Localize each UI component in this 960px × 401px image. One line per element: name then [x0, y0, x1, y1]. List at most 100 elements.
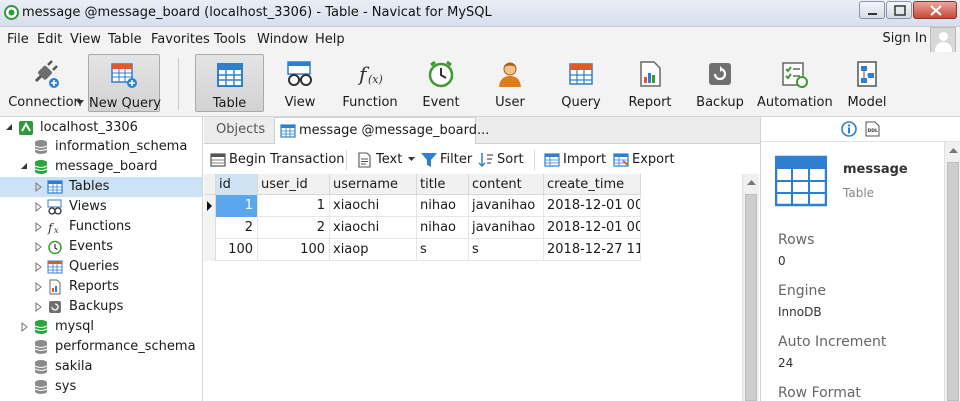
tree-reports[interactable]: Reports: [0, 277, 202, 297]
cell-title[interactable]: nihao: [417, 195, 469, 217]
navicat-app-icon: [4, 5, 19, 20]
report-icon: [640, 61, 661, 87]
menu-help[interactable]: Help: [315, 32, 345, 47]
tab-objects[interactable]: Objects: [204, 117, 272, 144]
avatar[interactable]: [930, 27, 956, 53]
cell-username[interactable]: xiaop: [330, 239, 417, 261]
view-toolbar-button[interactable]: View: [270, 54, 330, 112]
menu-table[interactable]: Table: [108, 32, 142, 47]
menu-view[interactable]: View: [70, 32, 101, 47]
column-header-content[interactable]: content: [469, 174, 544, 195]
minimize-button[interactable]: [859, 1, 885, 19]
tree-views[interactable]: Views: [0, 197, 202, 217]
svg-text:(x): (x): [368, 73, 383, 86]
row-indicator[interactable]: [204, 239, 216, 261]
collapsed-arrow-icon: [35, 241, 42, 253]
new-query-button[interactable]: New Query: [88, 54, 161, 112]
ddl-icon[interactable]: DDL: [865, 121, 880, 137]
menu-bar: File Edit View Table Favorites Tools Win…: [0, 27, 960, 52]
cell-create-time[interactable]: 2018-12-01 00:0: [544, 195, 641, 217]
automation-toolbar-button[interactable]: Automation: [757, 54, 833, 112]
menu-tools[interactable]: Tools: [214, 32, 246, 47]
table-row[interactable]: 2 2 xiaochi nihao javanihao 2018-12-01 0…: [204, 217, 641, 239]
text-dropdown-button[interactable]: Text: [356, 150, 418, 170]
cell-create-time[interactable]: 2018-12-27 11:0: [544, 239, 641, 261]
cell-user-id[interactable]: 100: [258, 239, 330, 261]
toolbar-divider: [346, 150, 347, 170]
tree-db-information-schema[interactable]: information_schema: [0, 137, 202, 157]
grid-vertical-scrollbar[interactable]: [742, 174, 759, 401]
tab-message-table[interactable]: message @message_board...: [274, 117, 489, 144]
tree-label: sys: [55, 379, 77, 394]
filter-button[interactable]: Filter: [420, 150, 472, 170]
tree-events[interactable]: Events: [0, 237, 202, 257]
table-toolbar: Begin Transaction Text Filter Sort Impor…: [204, 144, 744, 174]
table-row[interactable]: 1 1 xiaochi nihao javanihao 2018-12-01 0…: [204, 195, 641, 217]
tree-queries[interactable]: Queries: [0, 257, 202, 277]
scroll-thumb[interactable]: [947, 162, 959, 401]
backup-toolbar-button[interactable]: Backup: [690, 54, 750, 112]
cell-user-id[interactable]: 2: [258, 217, 330, 239]
query-toolbar-button[interactable]: Query: [551, 54, 611, 112]
tree-functions[interactable]: f x Functions: [0, 217, 202, 237]
cell-content[interactable]: javanihao: [469, 217, 544, 239]
cell-username[interactable]: xiaochi: [330, 217, 417, 239]
table-toolbar-button[interactable]: Table: [195, 54, 264, 112]
column-header-title[interactable]: title: [417, 174, 469, 195]
event-toolbar-button[interactable]: Event: [410, 54, 472, 112]
tree-label: Functions: [69, 219, 132, 234]
scroll-up-arrow-icon[interactable]: [743, 174, 760, 191]
info-panel-scrollbar[interactable]: [944, 142, 960, 401]
tree-db-sakila[interactable]: sakila: [0, 357, 202, 377]
row-indicator[interactable]: [204, 195, 216, 217]
row-indicator[interactable]: [204, 217, 216, 239]
maximize-button[interactable]: [886, 1, 912, 19]
cell-content[interactable]: javanihao: [469, 195, 544, 217]
export-button[interactable]: Export: [612, 150, 678, 170]
menu-favorites[interactable]: Favorites: [151, 32, 210, 47]
scroll-thumb[interactable]: [745, 194, 757, 401]
connection-button[interactable]: Connection: [6, 54, 84, 112]
report-toolbar-button[interactable]: Report: [621, 54, 679, 112]
model-label: Model: [847, 95, 887, 110]
close-button[interactable]: [913, 1, 957, 19]
cell-id[interactable]: 2: [216, 217, 258, 239]
cell-content[interactable]: s: [469, 239, 544, 261]
table-row[interactable]: 100 100 xiaop s s 2018-12-27 11:0: [204, 239, 641, 261]
cell-title[interactable]: s: [417, 239, 469, 261]
cell-user-id[interactable]: 1: [258, 195, 330, 217]
column-header-username[interactable]: username: [330, 174, 417, 195]
view-label: View: [284, 95, 316, 110]
table-icon: [47, 180, 63, 194]
menu-file[interactable]: File: [7, 32, 29, 47]
user-toolbar-button[interactable]: User: [481, 54, 539, 112]
row-format-label: Row Format: [778, 385, 861, 401]
tree-db-message-board[interactable]: message_board: [0, 157, 202, 177]
cell-username[interactable]: xiaochi: [330, 195, 417, 217]
scroll-up-arrow-icon[interactable]: [945, 142, 960, 159]
cell-create-time[interactable]: 2018-12-01 00:0: [544, 217, 641, 239]
column-header-id[interactable]: id: [216, 174, 258, 195]
sign-in-link[interactable]: Sign In: [882, 31, 927, 46]
tree-db-sys[interactable]: sys: [0, 377, 202, 397]
sort-button[interactable]: Sort: [477, 150, 527, 170]
menu-window[interactable]: Window: [257, 32, 308, 47]
cell-title[interactable]: nihao: [417, 217, 469, 239]
column-header-user-id[interactable]: user_id: [258, 174, 330, 195]
tree-connection-localhost[interactable]: localhost_3306: [0, 118, 202, 138]
function-toolbar-button[interactable]: f (x) Function: [338, 54, 402, 112]
cell-id[interactable]: 1: [216, 195, 258, 217]
tree-backups[interactable]: Backups: [0, 297, 202, 317]
table-large-icon: [775, 155, 827, 207]
import-button[interactable]: Import: [543, 150, 607, 170]
tree-db-performance-schema[interactable]: performance_schema: [0, 337, 202, 357]
tree-db-mysql[interactable]: mysql: [0, 317, 202, 337]
menu-edit[interactable]: Edit: [37, 32, 62, 47]
tree-tables[interactable]: Tables: [0, 177, 202, 197]
connection-plug-icon: [34, 60, 59, 88]
info-icon[interactable]: [841, 121, 857, 137]
begin-transaction-button[interactable]: Begin Transaction: [209, 150, 345, 170]
column-header-create-time[interactable]: create_time: [544, 174, 641, 195]
model-toolbar-button[interactable]: Model: [840, 54, 894, 112]
cell-id[interactable]: 100: [216, 239, 258, 261]
